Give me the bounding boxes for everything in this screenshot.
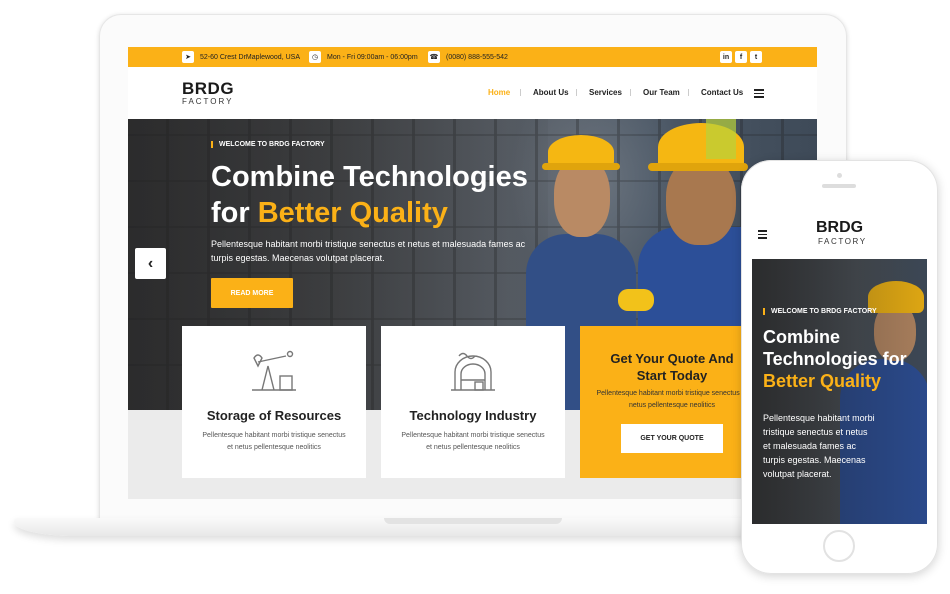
clock-icon: ◷ xyxy=(309,51,321,63)
phone-hero-title: Combine Technologies for Better Quality xyxy=(763,326,927,392)
location-arrow-icon: ➤ xyxy=(182,51,194,63)
laptop-notch xyxy=(384,518,562,524)
phone-hero-description: Pellentesque habitant morbi tristique se… xyxy=(763,413,875,479)
quote-text: Pellentesque habitant morbi tristique se… xyxy=(596,390,748,409)
quote-card: Get Your Quote And Start Today Pellentes… xyxy=(580,326,764,478)
card-title: Technology Industry xyxy=(409,408,537,423)
hero-tagline: WELCOME TO BRDG FACTORY xyxy=(211,141,325,148)
top-info-bar: ➤ 52-60 Crest DrMaplewood, USA ◷ Mon - F… xyxy=(128,47,817,67)
hero-title-highlight: Better Quality xyxy=(257,197,448,229)
nav-link-contact-us[interactable]: Contact Us xyxy=(701,88,743,97)
linkedin-icon[interactable]: in xyxy=(720,51,732,63)
nav-link-home[interactable]: Home xyxy=(488,88,510,97)
nav-separator xyxy=(688,89,689,96)
phone-speaker xyxy=(822,184,856,188)
phone-hero-tagline: WELCOME TO BRDG FACTORY xyxy=(763,308,877,315)
phone-title-highlight: Better Quality xyxy=(763,371,882,391)
warehouse-icon xyxy=(451,352,495,391)
logo-sub: FACTORY xyxy=(182,97,234,106)
hero-description: Pellentesque habitant morbi tristique se… xyxy=(211,239,526,263)
twitter-icon[interactable]: t xyxy=(750,51,762,63)
hamburger-icon[interactable] xyxy=(754,89,764,98)
address-text: 52-60 Crest DrMaplewood, USA xyxy=(200,53,300,61)
feature-card-technology[interactable]: Technology Industry Pellentesque habitan… xyxy=(381,326,565,478)
phone-hero-section: WELCOME TO BRDG FACTORY Combine Technolo… xyxy=(752,259,927,524)
hero-title-line1: Combine Technologies xyxy=(211,161,528,193)
feature-card-storage[interactable]: Storage of Resources Pellentesque habita… xyxy=(182,326,366,478)
phone-frame: BRDG FACTORY WELCOME TO BRDG FACTORY Com… xyxy=(741,160,938,574)
laptop-screen: ➤ 52-60 Crest DrMaplewood, USA ◷ Mon - F… xyxy=(128,47,817,499)
oil-pump-icon xyxy=(252,350,296,391)
hero-title: Combine Technologies for Better Quality xyxy=(211,159,591,231)
phone-logo-sub: FACTORY xyxy=(818,237,867,246)
card-title: Storage of Resources xyxy=(206,408,342,423)
phone-text: (0080) 888-555-542 xyxy=(446,53,508,61)
address-info: ➤ 52-60 Crest DrMaplewood, USA xyxy=(182,51,300,63)
hours-text: Mon - Fri 09:00am - 06:00pm xyxy=(327,53,418,61)
phone-logo-main[interactable]: BRDG xyxy=(816,219,863,237)
phone-title-line1: Combine xyxy=(763,327,841,347)
chevron-left-icon[interactable]: ‹ xyxy=(135,248,166,279)
nav-link-services[interactable]: Services xyxy=(589,88,622,97)
nav-separator xyxy=(576,89,577,96)
phone-info: ☎ (0080) 888-555-542 xyxy=(428,51,508,63)
logo-main[interactable]: BRDG xyxy=(182,79,234,99)
get-quote-button[interactable]: GET YOUR QUOTE xyxy=(621,424,723,453)
quote-title: Get Your Quote And Start Today xyxy=(610,351,734,383)
device-mockup-stage: ➤ 52-60 Crest DrMaplewood, USA ◷ Mon - F… xyxy=(0,0,950,594)
card-text: Pellentesque habitant morbi tristique se… xyxy=(202,432,346,451)
read-more-button[interactable]: READ MORE xyxy=(211,278,293,308)
nav-link-about-us[interactable]: About Us xyxy=(533,88,569,97)
hours-info: ◷ Mon - Fri 09:00am - 06:00pm xyxy=(309,51,418,63)
phone-home-button xyxy=(823,530,855,562)
phone-screen: BRDG FACTORY WELCOME TO BRDG FACTORY Com… xyxy=(752,209,927,524)
nav-separator xyxy=(630,89,631,96)
hero-title-line2: for xyxy=(211,197,258,229)
nav-separator xyxy=(520,89,521,96)
facebook-icon[interactable]: f xyxy=(735,51,747,63)
phone-title-line2: Technologies for xyxy=(763,349,907,369)
nav-link-our-team[interactable]: Our Team xyxy=(643,88,680,97)
hamburger-icon[interactable] xyxy=(758,230,767,239)
main-navbar: BRDG FACTORY Home About Us Services Our … xyxy=(128,67,817,119)
card-text: Pellentesque habitant morbi tristique se… xyxy=(401,432,545,451)
phone-icon: ☎ xyxy=(428,51,440,63)
phone-camera xyxy=(837,173,842,178)
phone-navbar: BRDG FACTORY xyxy=(752,209,927,259)
